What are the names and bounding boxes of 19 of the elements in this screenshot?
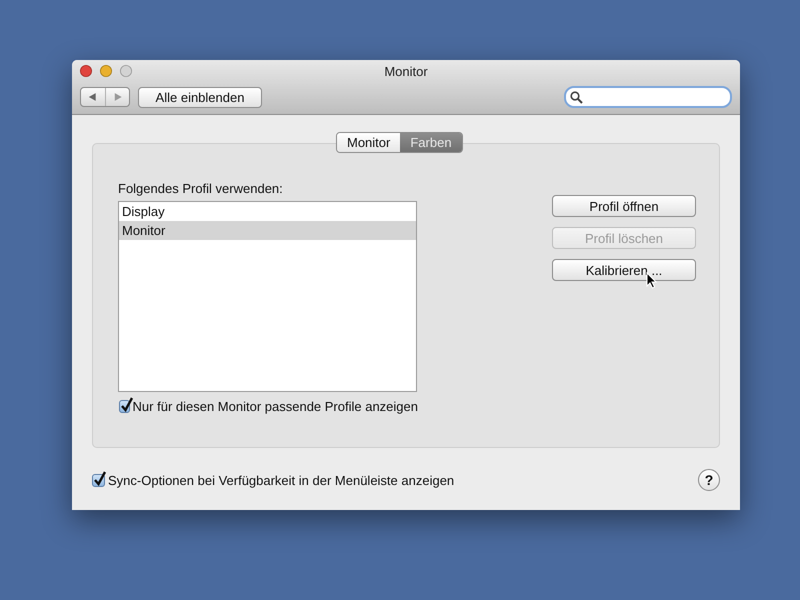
minimize-icon[interactable]: [100, 65, 112, 77]
navigation-buttons[interactable]: [80, 87, 130, 107]
tab[interactable]: Monitor: [337, 133, 400, 152]
search-icon: [570, 90, 583, 104]
show-all-button[interactable]: Alle einblenden: [138, 86, 262, 108]
pointer-icon: [646, 272, 657, 289]
checkbox[interactable]: [92, 474, 105, 486]
profile-button[interactable]: Profil öffnen: [552, 195, 696, 217]
list-item[interactable]: Display: [119, 202, 416, 221]
help-button[interactable]: ?: [698, 469, 720, 491]
list-item[interactable]: Monitor: [119, 221, 416, 240]
close-icon[interactable]: [80, 65, 92, 77]
checkbox-label: Nur für diesen Monitor passende Profile anzeigen: [132, 399, 418, 414]
profile-button[interactable]: Kalibrieren ...: [552, 259, 696, 281]
profile-label: Folgendes Profil verwenden:: [118, 181, 284, 198]
search-field[interactable]: [564, 86, 732, 108]
checkbox[interactable]: [119, 400, 130, 413]
checkbox-label: Sync-Optionen bei Verfügbarkeit in der Menüleiste anzeigen: [108, 472, 454, 488]
window-title: Monitor: [384, 64, 428, 79]
